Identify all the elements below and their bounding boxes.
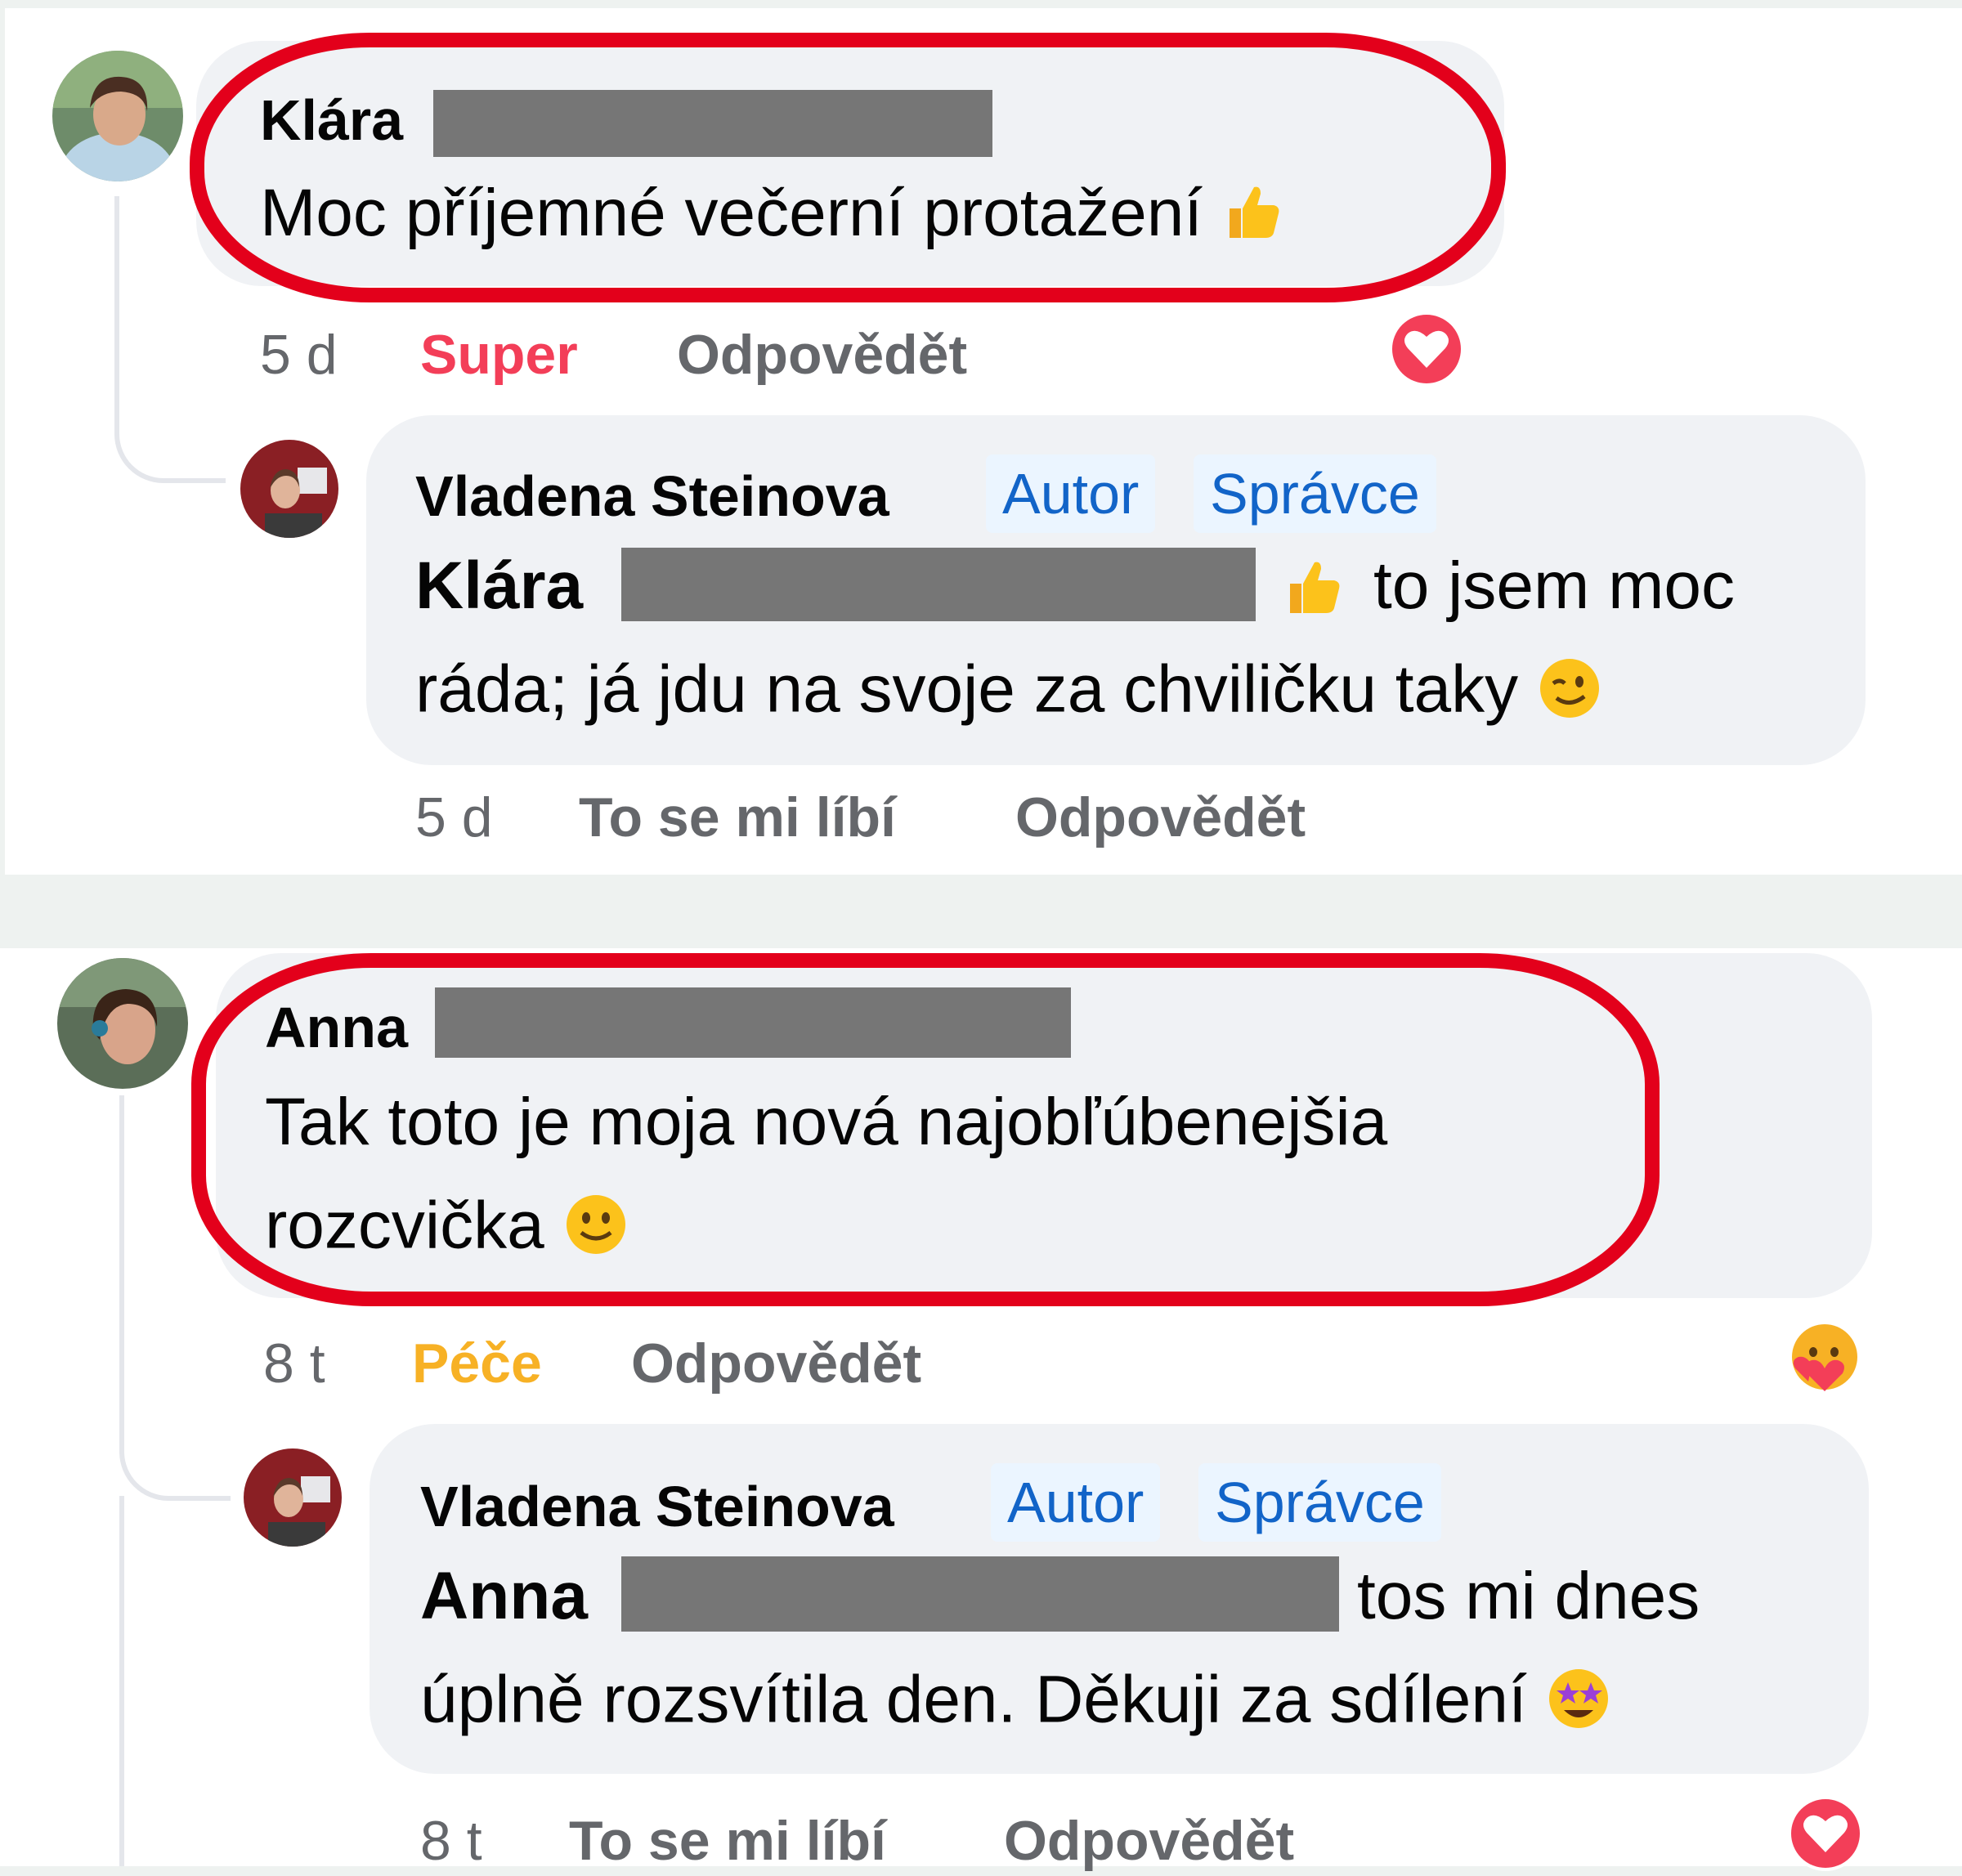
highlight-oval [190, 33, 1506, 302]
badge-autor: Autor [986, 454, 1156, 533]
reply-button[interactable]: Odpovědět [1004, 1813, 1294, 1869]
reply-text-line1: tos mi dnes [1357, 1559, 1700, 1633]
mention-name[interactable]: Klára [415, 553, 583, 620]
like-button[interactable]: To se mi líbí [569, 1813, 886, 1869]
avatar-vladena[interactable] [240, 440, 338, 538]
avatar-vladena[interactable] [244, 1448, 342, 1547]
mention-name[interactable]: Anna [420, 1563, 588, 1630]
redacted-surname [621, 548, 1256, 621]
wink-icon [1537, 656, 1602, 732]
reply-timestamp[interactable]: 8 t [420, 1813, 482, 1869]
redacted-surname [621, 1556, 1339, 1632]
reply-timestamp[interactable]: 5 d [415, 790, 493, 845]
reaction-super-label[interactable]: Super [420, 327, 578, 383]
highlight-oval [191, 953, 1660, 1306]
reply-button[interactable]: Odpovědět [631, 1336, 921, 1391]
reply-text-line2: ráda; já jdu na svoje za chviličku taky [415, 656, 1602, 732]
reply-author[interactable]: Vladena Steinova [415, 468, 889, 525]
reply-text-line1: to jsem moc [1373, 548, 1735, 623]
reply-button[interactable]: Odpovědět [677, 327, 967, 383]
badge-spravce: Správce [1194, 454, 1436, 533]
comment-timestamp[interactable]: 5 d [260, 327, 338, 383]
avatar-klara[interactable] [52, 51, 183, 181]
reaction-pece-label[interactable]: Péče [412, 1336, 542, 1391]
reply-author[interactable]: Vladena Steinova [420, 1478, 894, 1535]
star-struck-icon [1546, 1666, 1611, 1743]
care-reaction-icon[interactable] [1784, 1319, 1866, 1401]
badge-spravce: Správce [1198, 1463, 1441, 1542]
reply-button[interactable]: Odpovědět [1015, 790, 1306, 845]
comment-timestamp[interactable]: 8 t [263, 1336, 325, 1391]
heart-reaction-icon[interactable] [1787, 1795, 1864, 1872]
like-button[interactable]: To se mi líbí [579, 790, 896, 845]
reply-text-line2: úplně rozsvítila den. Děkuji za sdílení [420, 1666, 1611, 1743]
badge-autor: Autor [991, 1463, 1161, 1542]
thread-connector [119, 1496, 124, 1866]
avatar-anna[interactable] [57, 958, 188, 1089]
heart-reaction-icon[interactable] [1388, 311, 1465, 387]
thumbs-up-icon [1282, 556, 1344, 622]
